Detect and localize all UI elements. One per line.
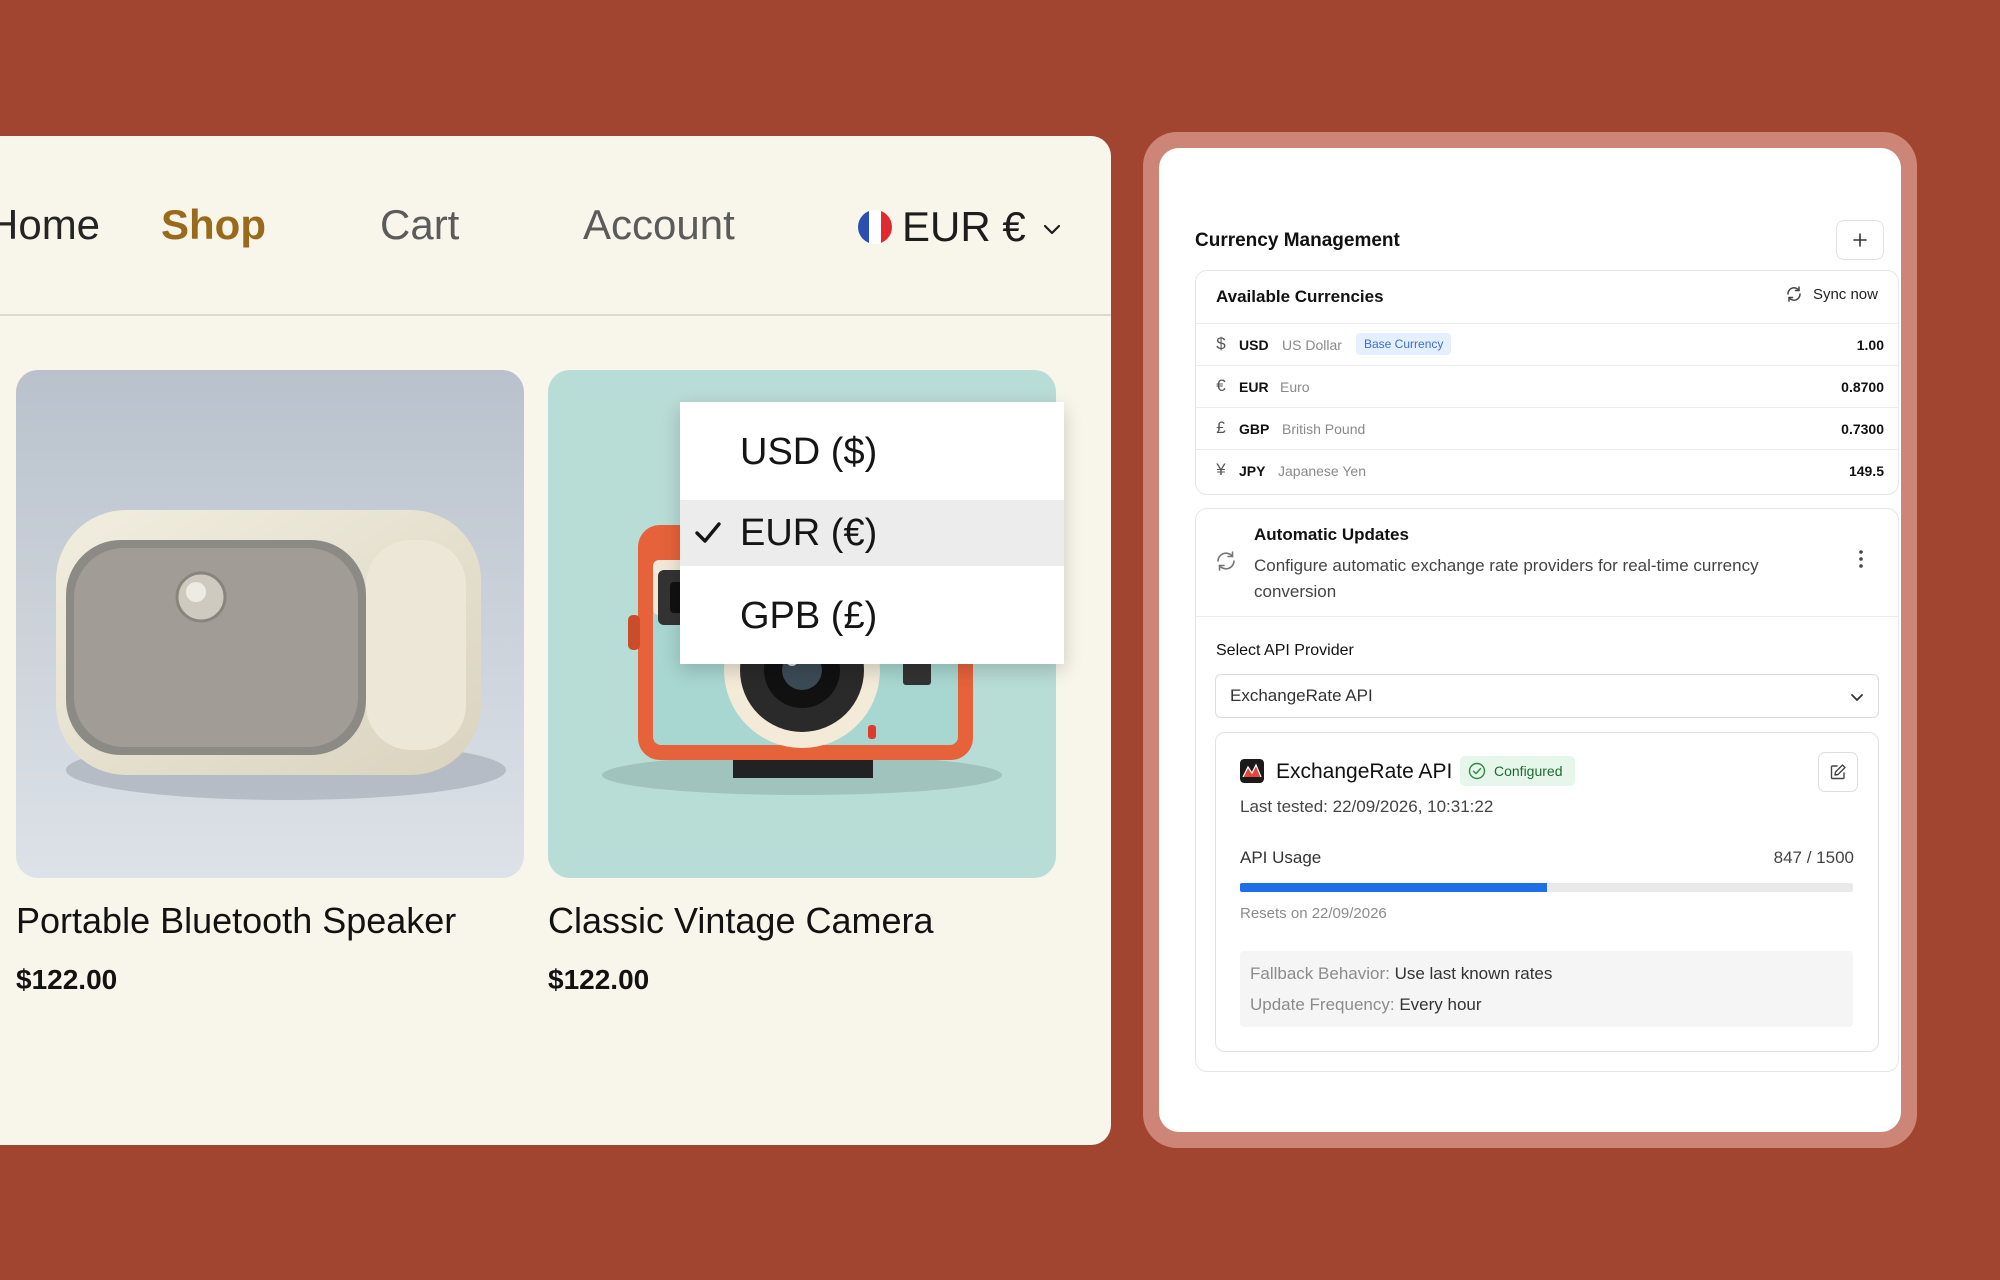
- available-currencies-header: Available Currencies Sync now: [1196, 271, 1898, 324]
- euro-icon: €: [1216, 376, 1226, 395]
- nav-cart[interactable]: Cart: [380, 204, 459, 246]
- fallback-behavior-line: Fallback Behavior: Use last known rates: [1240, 951, 1853, 989]
- currency-option-label: EUR (€): [740, 511, 878, 554]
- currency-management-card: Currency Management Available Currencies…: [1159, 148, 1901, 1132]
- product-name[interactable]: Portable Bluetooth Speaker: [16, 900, 524, 942]
- refresh-icon: [1787, 286, 1801, 302]
- product-image-speaker[interactable]: [16, 370, 524, 878]
- sync-now-button[interactable]: Sync now: [1785, 285, 1878, 303]
- configured-badge-label: Configured: [1494, 763, 1563, 779]
- api-usage-value: 847 / 1500: [1773, 848, 1854, 867]
- currency-code: EUR: [1239, 379, 1269, 395]
- shop-panel: Home Shop Cart Account EUR € Portable Bl…: [0, 136, 1111, 1145]
- currency-option-gbp[interactable]: GPB (£): [680, 566, 1064, 664]
- currency-code: GBP: [1239, 421, 1270, 437]
- yen-icon: ¥: [1216, 460, 1226, 479]
- currency-row-jpy[interactable]: ¥ JPY Japanese Yen 149.5: [1196, 450, 1898, 491]
- fallback-behavior-value: Use last known rates: [1394, 964, 1553, 983]
- page-title: Currency Management: [1195, 230, 1400, 251]
- currency-name: British Pound: [1282, 421, 1366, 437]
- nav-divider: [0, 314, 1111, 316]
- usage-reset-text: Resets on 22/09/2026: [1240, 905, 1387, 922]
- currency-row-gbp[interactable]: £ GBP British Pound 0.7300: [1196, 408, 1898, 450]
- currency-name: Euro: [1280, 379, 1310, 395]
- nav-home[interactable]: Home: [0, 204, 100, 246]
- update-frequency-value: Every hour: [1399, 995, 1482, 1014]
- check-circle-icon: [1468, 762, 1486, 780]
- api-usage-progress-fill: [1240, 883, 1547, 892]
- refresh-icon: [1217, 551, 1235, 571]
- last-tested-text: Last tested: 22/09/2026, 10:31:22: [1240, 797, 1494, 816]
- currency-rate: 1.00: [1856, 337, 1884, 353]
- api-usage-label: API Usage: [1240, 848, 1322, 867]
- currency-selector-label: EUR €: [902, 203, 1026, 250]
- add-currency-button[interactable]: [1836, 220, 1884, 260]
- currency-code: USD: [1239, 337, 1269, 353]
- admin-frame: Currency Management Available Currencies…: [1143, 132, 1917, 1148]
- section-title: Available Currencies: [1216, 287, 1384, 306]
- nav-shop[interactable]: Shop: [161, 204, 266, 246]
- currency-name: US Dollar: [1282, 337, 1342, 353]
- currency-row-eur[interactable]: € EUR Euro 0.8700: [1196, 366, 1898, 408]
- currency-row-usd[interactable]: $ USD US Dollar Base Currency 1.00: [1196, 324, 1898, 366]
- configured-badge: Configured: [1460, 756, 1575, 786]
- provider-settings-summary: Fallback Behavior: Use last known rates …: [1240, 951, 1853, 1027]
- france-flag-icon: [858, 210, 892, 244]
- edit-icon: [1830, 764, 1846, 780]
- currency-rate: 0.8700: [1841, 379, 1884, 395]
- plus-icon: [1853, 233, 1867, 247]
- more-vertical-icon[interactable]: [1858, 549, 1864, 569]
- edit-provider-button[interactable]: [1818, 752, 1858, 792]
- chevron-down-icon: [1851, 694, 1863, 701]
- update-frequency-line: Update Frequency: Every hour: [1240, 989, 1853, 1020]
- fallback-behavior-key: Fallback Behavior:: [1250, 964, 1390, 983]
- section-title: Automatic Updates: [1254, 525, 1409, 544]
- available-currencies-section: Available Currencies Sync now $ USD US D…: [1195, 270, 1899, 495]
- api-usage-progress: [1240, 883, 1853, 892]
- dollar-icon: $: [1216, 334, 1226, 353]
- product-price: $122.00: [16, 964, 118, 995]
- currency-option-eur[interactable]: EUR (€): [680, 500, 1064, 566]
- currency-rate: 149.5: [1848, 463, 1884, 479]
- api-provider-card: ExchangeRate API Configured Last tested:…: [1215, 732, 1879, 1052]
- api-provider-select[interactable]: ExchangeRate API: [1215, 674, 1879, 718]
- exchangerate-logo-icon: [1240, 759, 1264, 783]
- update-frequency-key: Update Frequency:: [1250, 995, 1395, 1014]
- nav-account[interactable]: Account: [583, 204, 735, 246]
- chevron-down-icon: [1043, 224, 1060, 235]
- currency-selector[interactable]: EUR €: [858, 203, 1062, 250]
- check-icon: [695, 522, 721, 543]
- product-name[interactable]: Classic Vintage Camera: [548, 900, 1056, 942]
- product-card[interactable]: Portable Bluetooth Speaker $122.00: [16, 370, 524, 996]
- product-price: $122.00: [548, 964, 650, 995]
- currency-option-label: GPB (£): [740, 594, 878, 637]
- base-currency-badge: Base Currency: [1356, 333, 1452, 355]
- currency-name: Japanese Yen: [1278, 463, 1366, 479]
- currency-rate: 0.7300: [1841, 421, 1884, 437]
- currency-option-usd[interactable]: USD ($): [680, 402, 1064, 500]
- pound-icon: £: [1216, 418, 1226, 437]
- currency-dropdown-menu: USD ($) EUR (€) GPB (£): [680, 402, 1064, 664]
- sync-now-label: Sync now: [1812, 285, 1878, 303]
- select-api-provider-label: Select API Provider: [1216, 642, 1354, 659]
- automatic-updates-section: Automatic Updates Configure automatic ex…: [1195, 508, 1899, 1072]
- automatic-updates-header: Automatic Updates Configure automatic ex…: [1196, 509, 1898, 617]
- api-provider-name: ExchangeRate API: [1276, 760, 1453, 783]
- api-provider-select-value: ExchangeRate API: [1230, 686, 1373, 705]
- currency-option-label: USD ($): [740, 430, 878, 473]
- section-description: Configure automatic exchange rate provid…: [1254, 556, 1759, 601]
- currency-code: JPY: [1239, 463, 1266, 479]
